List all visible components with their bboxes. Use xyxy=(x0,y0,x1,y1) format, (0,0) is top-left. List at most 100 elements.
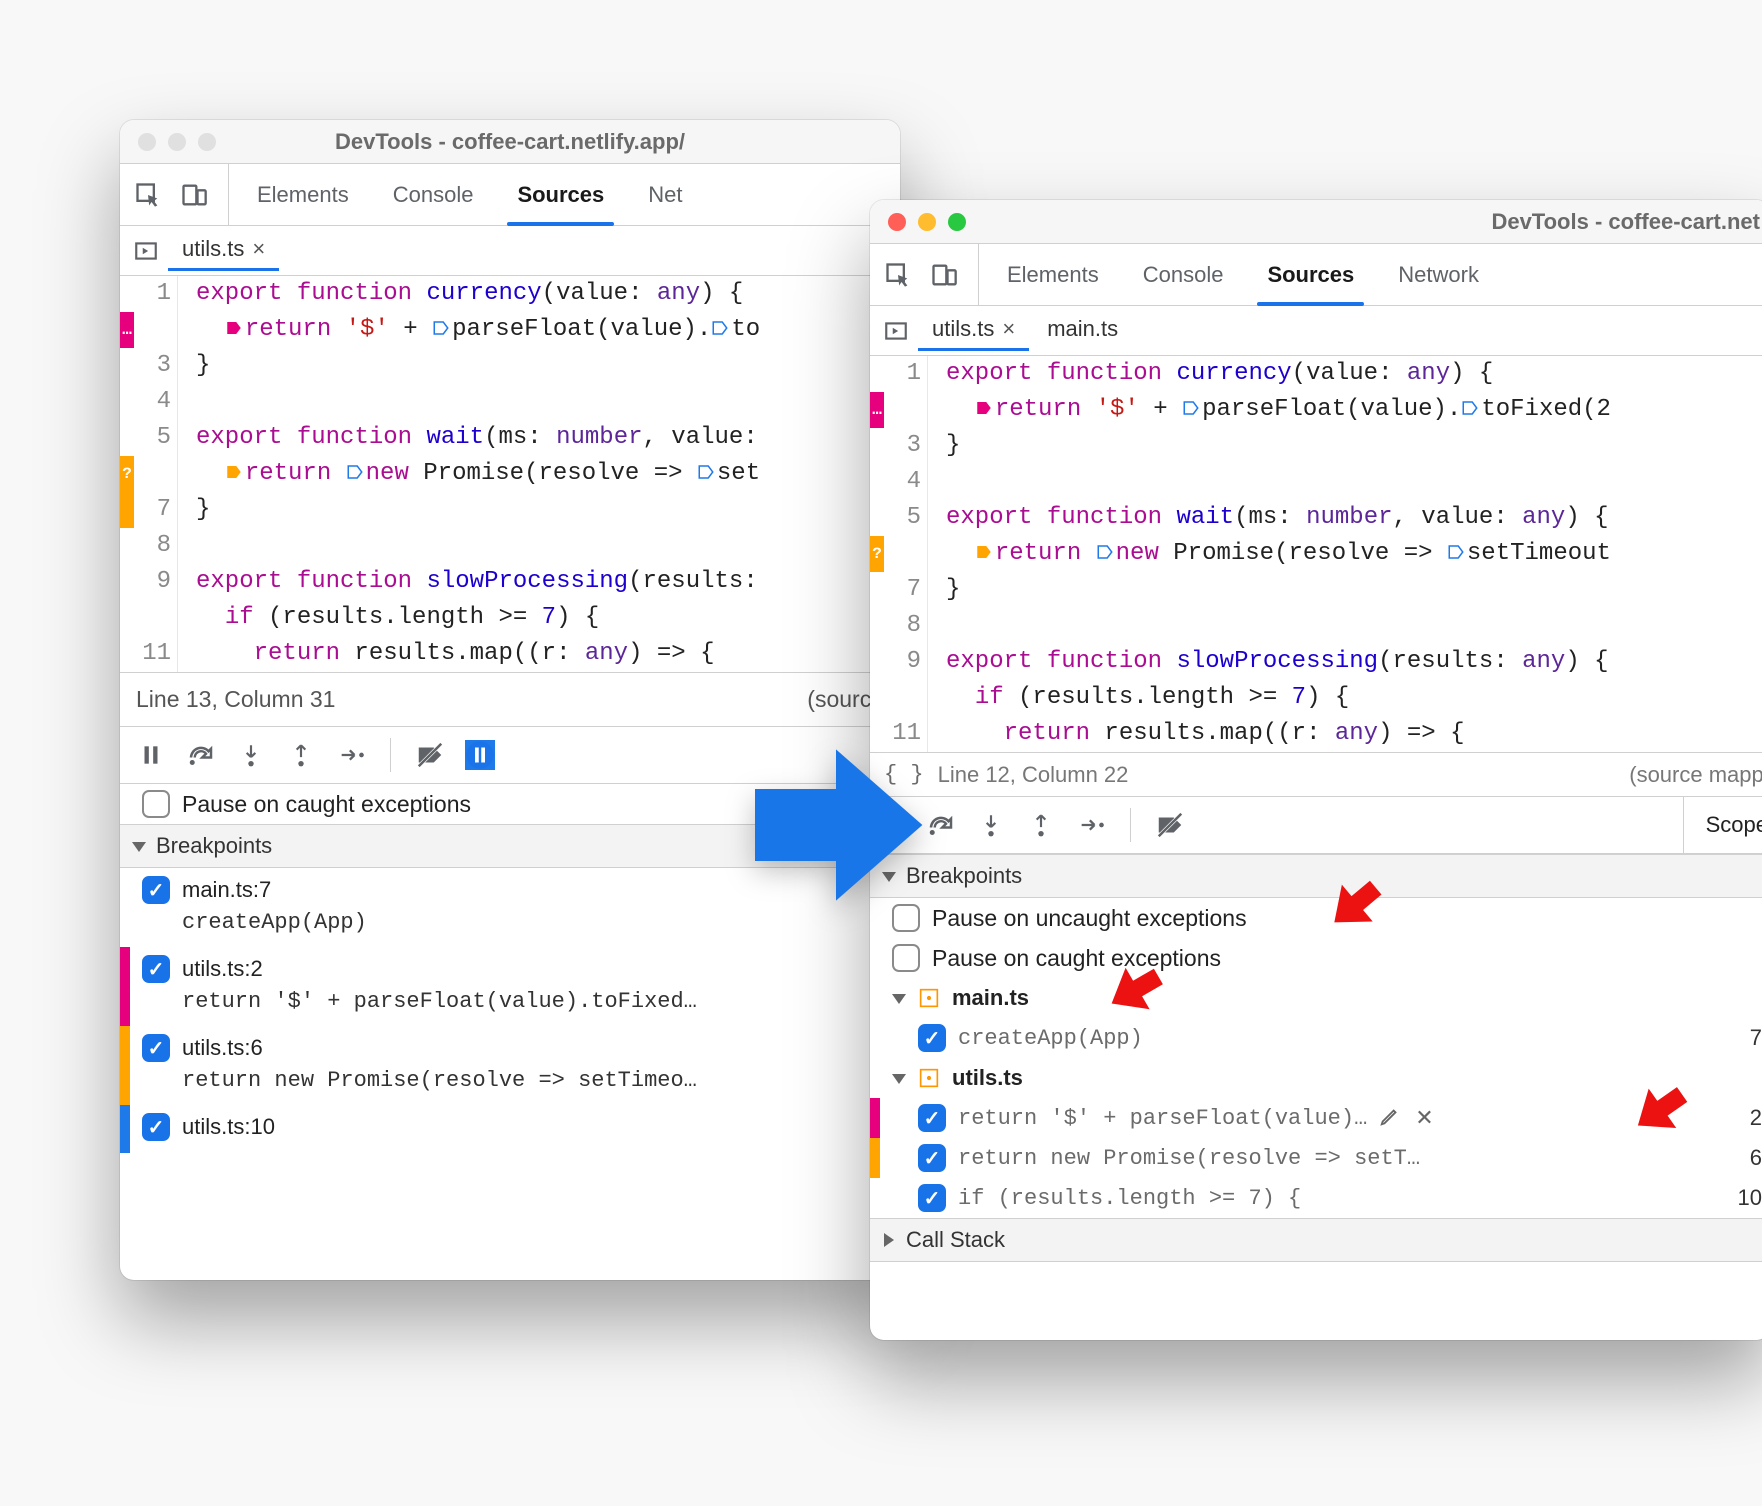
inspect-element-icon[interactable] xyxy=(880,257,916,293)
tab-elements[interactable]: Elements xyxy=(985,244,1121,305)
tab-console[interactable]: Console xyxy=(1121,244,1246,305)
code-line[interactable]: 4 xyxy=(120,384,900,420)
code-line[interactable]: 3} xyxy=(120,348,900,384)
line-number[interactable]: 8 xyxy=(870,608,928,644)
zoom-icon[interactable] xyxy=(198,133,216,151)
close-icon[interactable] xyxy=(888,213,906,231)
breakpoint-file-group[interactable]: utils.ts xyxy=(870,1058,1762,1098)
checkbox-icon[interactable] xyxy=(918,1024,946,1052)
close-icon[interactable]: × xyxy=(252,236,265,262)
disclosure-triangle-icon[interactable] xyxy=(132,842,146,852)
callstack-header[interactable]: Call Stack xyxy=(870,1218,1762,1262)
code-line[interactable]: 11 return results.map((r: any) => { xyxy=(870,716,1762,752)
tab-elements[interactable]: Elements xyxy=(235,164,371,225)
line-number[interactable]: 1 xyxy=(870,356,928,392)
window-controls[interactable] xyxy=(120,133,216,151)
close-icon[interactable]: × xyxy=(1002,316,1015,342)
line-number[interactable]: 9 xyxy=(120,564,178,600)
file-tab-utils[interactable]: utils.ts × xyxy=(918,310,1029,351)
checkbox-icon[interactable] xyxy=(142,790,170,818)
checkbox-icon[interactable] xyxy=(918,1104,946,1132)
code-line[interactable]: 4 xyxy=(870,464,1762,500)
checkbox-icon[interactable] xyxy=(142,955,170,983)
code-line[interactable]: 11 return results.map((r: any) => { xyxy=(120,636,900,672)
code-line[interactable]: 1export function currency(value: any) { xyxy=(870,356,1762,392)
code-line[interactable]: 8 xyxy=(870,608,1762,644)
line-number[interactable]: 9 xyxy=(870,644,928,680)
device-toggle-icon[interactable] xyxy=(176,177,212,213)
deactivate-breakpoints-icon[interactable] xyxy=(415,740,445,770)
code-line[interactable]: 2 return '$' + parseFloat(value).to xyxy=(120,312,900,348)
checkbox-icon[interactable] xyxy=(918,1184,946,1212)
line-number[interactable]: 5 xyxy=(120,420,178,456)
checkbox-icon[interactable] xyxy=(918,1144,946,1172)
code-line[interactable]: 5export function wait(ms: number, value:… xyxy=(870,500,1762,536)
inspect-element-icon[interactable] xyxy=(130,177,166,213)
line-number[interactable]: 10 xyxy=(120,600,178,636)
code-editor[interactable]: 1export function currency(value: any) {2… xyxy=(120,276,900,672)
device-toggle-icon[interactable] xyxy=(926,257,962,293)
file-tab-main[interactable]: main.ts xyxy=(1033,310,1132,351)
step-icon[interactable] xyxy=(336,740,366,770)
tab-network[interactable]: Net xyxy=(626,164,704,225)
breakpoint-marker-icon[interactable]: … xyxy=(870,392,884,428)
code-line[interactable]: 6 return new Promise(resolve => setTimeo… xyxy=(870,536,1762,572)
delete-icon[interactable]: ✕ xyxy=(1415,1105,1433,1131)
code-line[interactable]: 7} xyxy=(870,572,1762,608)
line-number[interactable]: 3 xyxy=(120,348,178,384)
line-number[interactable]: 11 xyxy=(120,636,178,672)
code-line[interactable]: 8 xyxy=(120,528,900,564)
disclosure-triangle-icon[interactable] xyxy=(892,994,906,1004)
tab-sources[interactable]: Sources xyxy=(1245,244,1376,305)
pause-caught-row[interactable]: Pause on caught exceptions xyxy=(870,938,1762,978)
line-number[interactable]: 7 xyxy=(870,572,928,608)
line-number[interactable]: 4 xyxy=(870,464,928,500)
minimize-icon[interactable] xyxy=(168,133,186,151)
line-number[interactable]: 5 xyxy=(870,500,928,536)
step-over-icon[interactable] xyxy=(926,810,956,840)
navigator-icon[interactable] xyxy=(128,233,164,269)
checkbox-icon[interactable] xyxy=(142,1034,170,1062)
breakpoint-marker-icon[interactable]: ? xyxy=(120,456,134,492)
checkbox-icon[interactable] xyxy=(142,1113,170,1141)
edit-icon[interactable] xyxy=(1379,1105,1401,1131)
breakpoint-marker-icon[interactable]: ? xyxy=(870,536,884,572)
step-into-icon[interactable] xyxy=(976,810,1006,840)
breakpoint-item[interactable]: if (results.length >= 7) {10 xyxy=(870,1178,1762,1218)
code-line[interactable]: 6 return new Promise(resolve => set xyxy=(120,456,900,492)
code-editor[interactable]: 1export function currency(value: any) {2… xyxy=(870,356,1762,752)
step-over-icon[interactable] xyxy=(186,740,216,770)
code-line[interactable]: 9export function slowProcessing(results: xyxy=(120,564,900,600)
code-line[interactable]: 3} xyxy=(870,428,1762,464)
code-line[interactable]: 10 if (results.length >= 7) { xyxy=(120,600,900,636)
line-number[interactable]: 1 xyxy=(120,276,178,312)
breakpoint-file-group[interactable]: main.ts xyxy=(870,978,1762,1018)
step-out-icon[interactable] xyxy=(286,740,316,770)
code-line[interactable]: 2 return '$' + parseFloat(value).toFixed… xyxy=(870,392,1762,428)
line-number[interactable]: 4 xyxy=(120,384,178,420)
tab-network[interactable]: Network xyxy=(1376,244,1501,305)
minimize-icon[interactable] xyxy=(918,213,936,231)
code-line[interactable]: 9export function slowProcessing(results:… xyxy=(870,644,1762,680)
breakpoint-item[interactable]: return new Promise(resolve => setT…6 xyxy=(870,1138,1762,1178)
step-icon[interactable] xyxy=(1076,810,1106,840)
checkbox-icon[interactable] xyxy=(892,944,920,972)
navigator-icon[interactable] xyxy=(878,313,914,349)
tab-console[interactable]: Console xyxy=(371,164,496,225)
zoom-icon[interactable] xyxy=(948,213,966,231)
close-icon[interactable] xyxy=(138,133,156,151)
code-line[interactable]: 5export function wait(ms: number, value: xyxy=(120,420,900,456)
step-into-icon[interactable] xyxy=(236,740,266,770)
line-number[interactable]: 7 xyxy=(120,492,178,528)
breakpoint-marker-icon[interactable]: … xyxy=(120,312,134,348)
breakpoint-item[interactable]: createApp(App)7 xyxy=(870,1018,1762,1058)
step-out-icon[interactable] xyxy=(1026,810,1056,840)
code-line[interactable]: 7} xyxy=(120,492,900,528)
code-line[interactable]: 10 if (results.length >= 7) { xyxy=(870,680,1762,716)
line-number[interactable]: 8 xyxy=(120,528,178,564)
breakpoint-item[interactable]: utils.ts:10 xyxy=(120,1105,900,1153)
line-number[interactable]: 10 xyxy=(870,680,928,716)
tab-scope[interactable]: Scope xyxy=(1683,797,1762,853)
file-tab-utils[interactable]: utils.ts × xyxy=(168,230,279,271)
code-line[interactable]: 1export function currency(value: any) { xyxy=(120,276,900,312)
